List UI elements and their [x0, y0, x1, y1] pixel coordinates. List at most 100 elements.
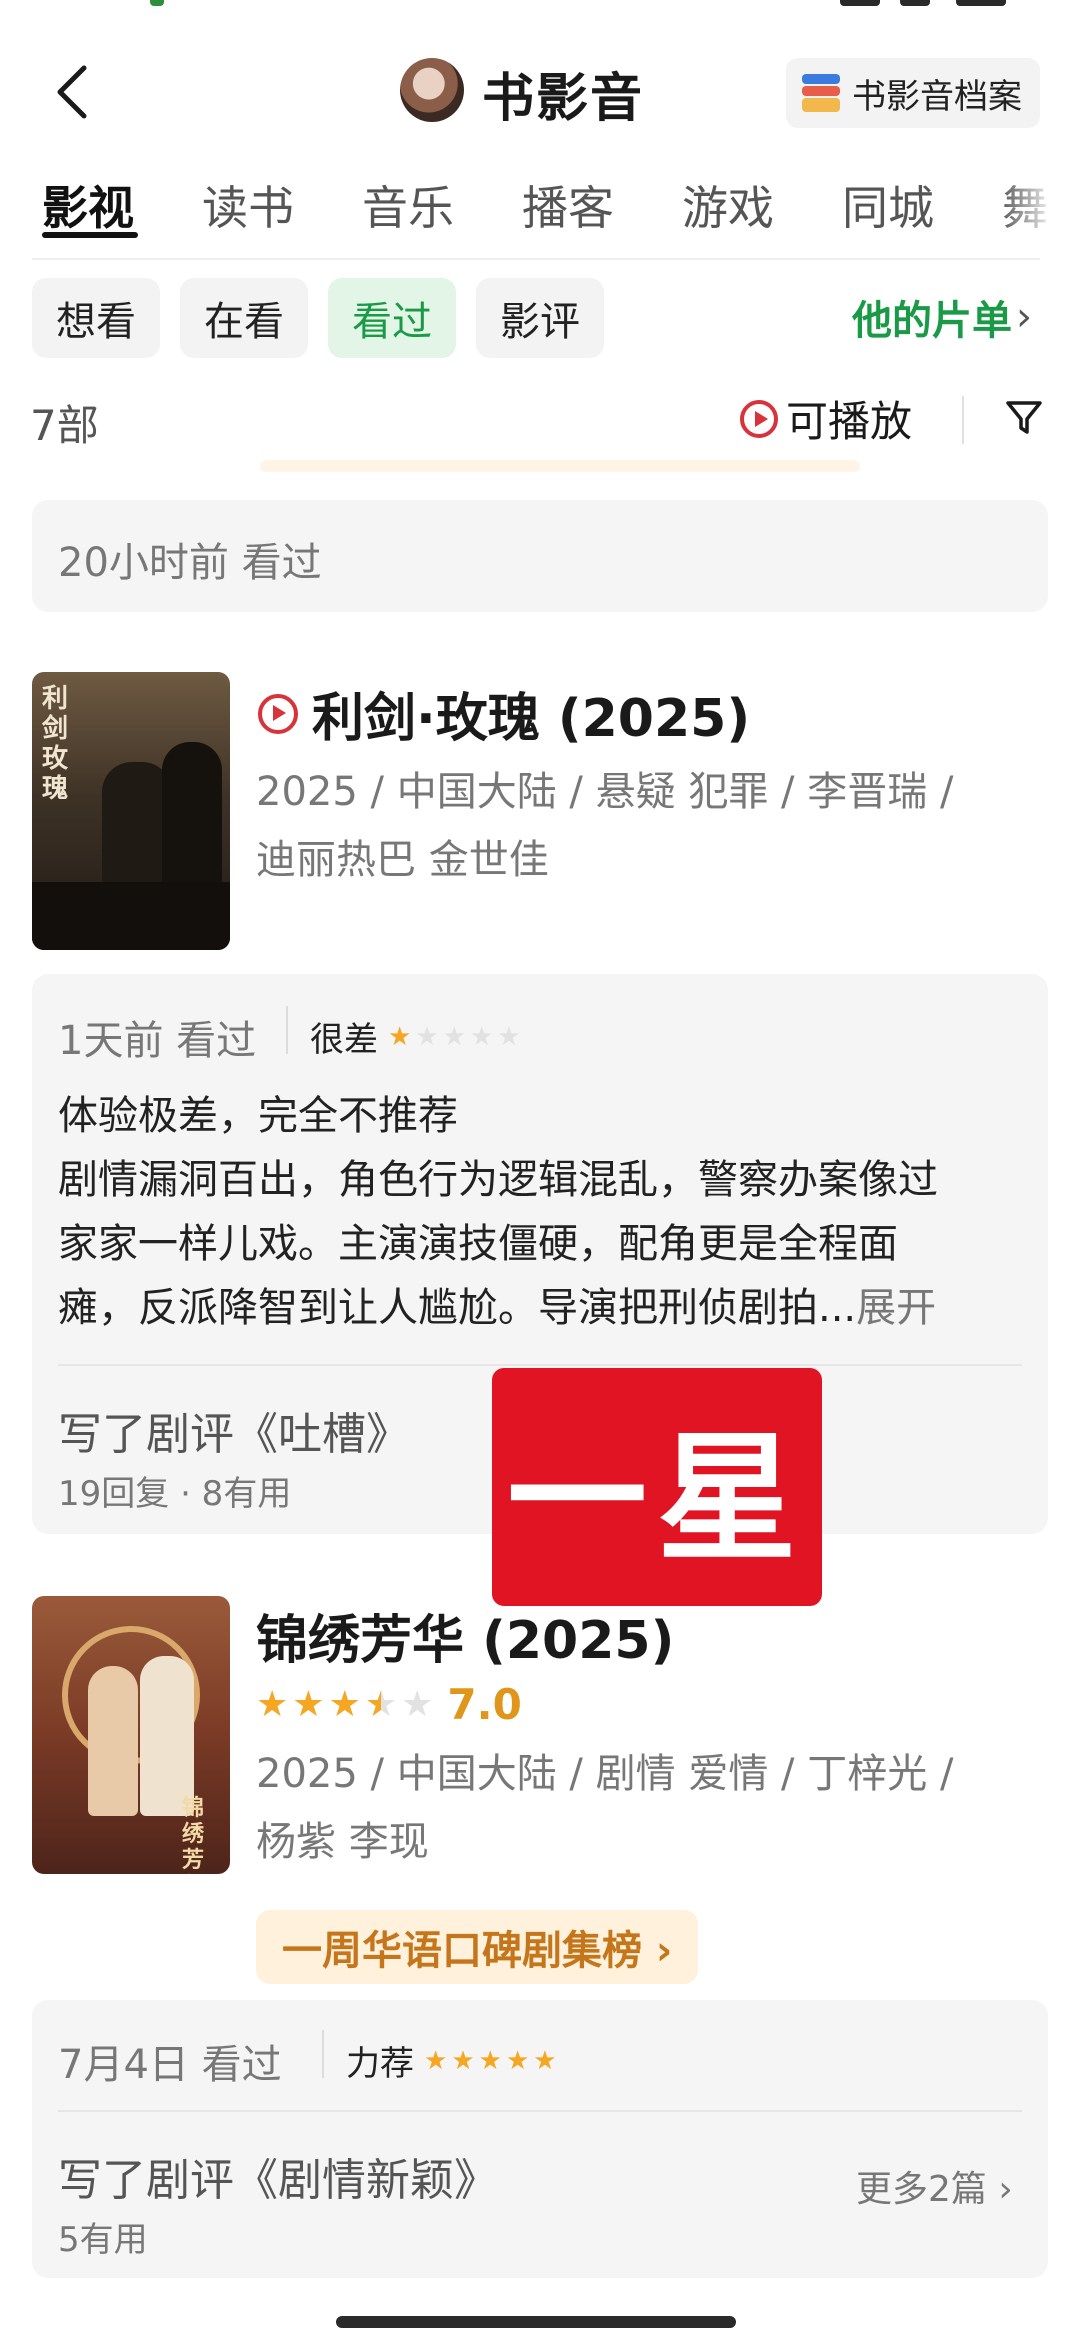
- rating-label: 力荐: [346, 2044, 414, 2084]
- user-rating: 很差 ★ ★ ★ ★ ★: [310, 1012, 521, 1061]
- star-rating: ★ ★ ★ ★ ★: [388, 1024, 521, 1050]
- watched-time: 7月4日 看过: [58, 2042, 282, 2088]
- archive-button[interactable]: 书影音档案: [786, 58, 1040, 128]
- tab-indicator: [42, 232, 138, 238]
- poster-figure: [140, 1656, 194, 1816]
- category-tabs: 影视 读书 音乐 播客 游戏 同城 舞: [42, 172, 1080, 242]
- tab-fade: [1000, 170, 1080, 250]
- status-dot: [150, 0, 164, 6]
- review-link[interactable]: 写了剧评《吐槽》: [58, 1398, 410, 1462]
- star-icon: ★: [292, 1683, 325, 1725]
- star-rating: ★ ★ ★ ★ ★: [424, 2048, 557, 2074]
- movie-meta: 2025 / 中国大陆 / 剧情 爱情 / 丁梓光 / 杨紫 李现: [256, 1740, 953, 1876]
- archive-icon: [800, 72, 842, 114]
- poster-image[interactable]: 锦绣芳华: [32, 1596, 230, 1874]
- star-icon: ★: [415, 1021, 439, 1052]
- star-icon: ★: [533, 2045, 557, 2076]
- poster-desk: [32, 882, 230, 950]
- review-line: 瘫，反派降智到让人尴尬。导演把刑侦剧拍...: [58, 1285, 857, 1331]
- movie-title-text: 利剑·玫瑰 (2025): [312, 689, 751, 749]
- movie-meta: 2025 / 中国大陆 / 悬疑 犯罪 / 李晋瑞 / 迪丽热巴 金世佳: [256, 758, 953, 894]
- review-line: 家家一样儿戏。主演演技僵硬，配角更是全程面: [58, 1221, 898, 1267]
- divider: [962, 396, 964, 444]
- star-icon: ★: [424, 2045, 448, 2076]
- movie-title-text: 锦绣芳华 (2025): [256, 1611, 675, 1671]
- his-list-link[interactable]: 他的片单 ›: [852, 288, 1032, 346]
- review-line: 体验极差，完全不推荐: [58, 1093, 458, 1139]
- divider: [58, 2110, 1022, 2112]
- tab-podcast[interactable]: 播客: [522, 172, 614, 242]
- watched-time: 1天前 看过: [58, 1018, 257, 1064]
- review-link[interactable]: 写了剧评《剧情新颖》: [58, 2144, 498, 2208]
- star-icon: ★: [388, 1021, 412, 1052]
- item-count: 7部: [30, 401, 99, 450]
- movie-meta-line: 2025 / 中国大陆 / 悬疑 犯罪 / 李晋瑞 /: [256, 769, 954, 815]
- star-icon: ★: [256, 1683, 289, 1725]
- home-indicator[interactable]: [336, 2316, 736, 2328]
- watched-time: 20小时前 看过: [58, 540, 322, 586]
- rating-label: 很差: [310, 1020, 378, 1060]
- star-icon: ★: [478, 2045, 502, 2076]
- star-half-icon: ★: [364, 1683, 398, 1725]
- scroll-hint: [260, 460, 860, 472]
- movie-meta-line: 杨紫 李现: [256, 1819, 429, 1865]
- wifi-icon: [900, 0, 930, 6]
- avatar[interactable]: [400, 58, 464, 122]
- star-rating: ★ ★ ★ ★ ★: [256, 1683, 434, 1725]
- divider: [286, 1006, 288, 1054]
- user-rating: 力荐 ★ ★ ★ ★ ★: [346, 2036, 557, 2085]
- filter-want[interactable]: 想看: [32, 278, 160, 358]
- more-reviews-link[interactable]: 更多2篇 ›: [856, 2160, 1013, 2212]
- poster-title: 利剑玫瑰: [42, 684, 69, 804]
- his-list-label: 他的片单: [852, 298, 1012, 344]
- rank-badge[interactable]: 一周华语口碑剧集榜 ›: [256, 1910, 699, 1984]
- signal-icon: [840, 0, 880, 6]
- battery-icon: [956, 0, 1006, 6]
- filter-watching[interactable]: 在看: [180, 278, 308, 358]
- chevron-right-icon: ›: [1016, 294, 1032, 340]
- star-icon: ★: [505, 2045, 530, 2076]
- review-text[interactable]: 体验极差，完全不推荐 剧情漏洞百出，角色行为逻辑混乱，警察办案像过 家家一样儿戏…: [58, 1084, 1018, 1340]
- review-line: 剧情漏洞百出，角色行为逻辑混乱，警察办案像过: [58, 1157, 938, 1203]
- star-icon: ★: [442, 1021, 466, 1052]
- filter-watched[interactable]: 看过: [328, 278, 456, 358]
- filter-reviews[interactable]: 影评: [476, 278, 604, 358]
- back-icon[interactable]: [50, 62, 98, 122]
- movie-title[interactable]: 锦绣芳华 (2025): [256, 1598, 674, 1673]
- playable-toggle[interactable]: 可播放: [740, 388, 912, 449]
- rating-stamp: 一星: [492, 1368, 822, 1606]
- movie-meta-line: 2025 / 中国大陆 / 剧情 爱情 / 丁梓光 /: [256, 1751, 954, 1797]
- star-icon: ★: [497, 1021, 521, 1052]
- tab-local[interactable]: 同城: [842, 172, 934, 242]
- page: 书影音 书影音档案 影视 读书 音乐 播客 游戏 同城 舞 想看 在看 看过 影…: [0, 0, 1080, 2339]
- tab-games[interactable]: 游戏: [682, 172, 774, 242]
- tab-books[interactable]: 读书: [202, 172, 294, 242]
- poster-title: 锦绣芳华: [182, 1796, 205, 1873]
- play-circle-icon: [258, 693, 298, 734]
- review-stats: 5有用: [58, 2220, 148, 2260]
- poster-image[interactable]: 利剑玫瑰: [32, 672, 230, 950]
- star-icon: ★: [328, 1683, 361, 1725]
- movie-meta-line: 迪丽热巴 金世佳: [256, 837, 549, 883]
- douban-score: ★ ★ ★ ★ ★ 7.0: [256, 1680, 522, 1729]
- divider: [32, 258, 1040, 260]
- divider: [58, 1364, 1022, 1366]
- expand-link[interactable]: 展开: [856, 1285, 936, 1331]
- playable-label: 可播放: [786, 397, 913, 446]
- poster-figure: [162, 742, 222, 892]
- archive-label: 书影音档案: [852, 76, 1022, 117]
- page-title: 书影音: [482, 69, 645, 129]
- status-bar: [0, 0, 1080, 18]
- tab-music[interactable]: 音乐: [362, 172, 454, 242]
- play-circle-icon: [740, 399, 778, 438]
- star-icon: ★: [401, 1683, 434, 1725]
- star-icon: ★: [451, 2045, 475, 2076]
- star-icon: ★: [469, 1021, 494, 1052]
- review-stats: 19回复 · 8有用: [58, 1474, 292, 1514]
- filter-icon[interactable]: [1004, 398, 1044, 438]
- score-value: 7.0: [447, 1680, 522, 1729]
- poster-figure: [88, 1666, 138, 1816]
- divider: [322, 2030, 324, 2078]
- movie-title[interactable]: 利剑·玫瑰 (2025): [258, 676, 750, 751]
- history-card: 20小时前 看过: [32, 500, 1048, 612]
